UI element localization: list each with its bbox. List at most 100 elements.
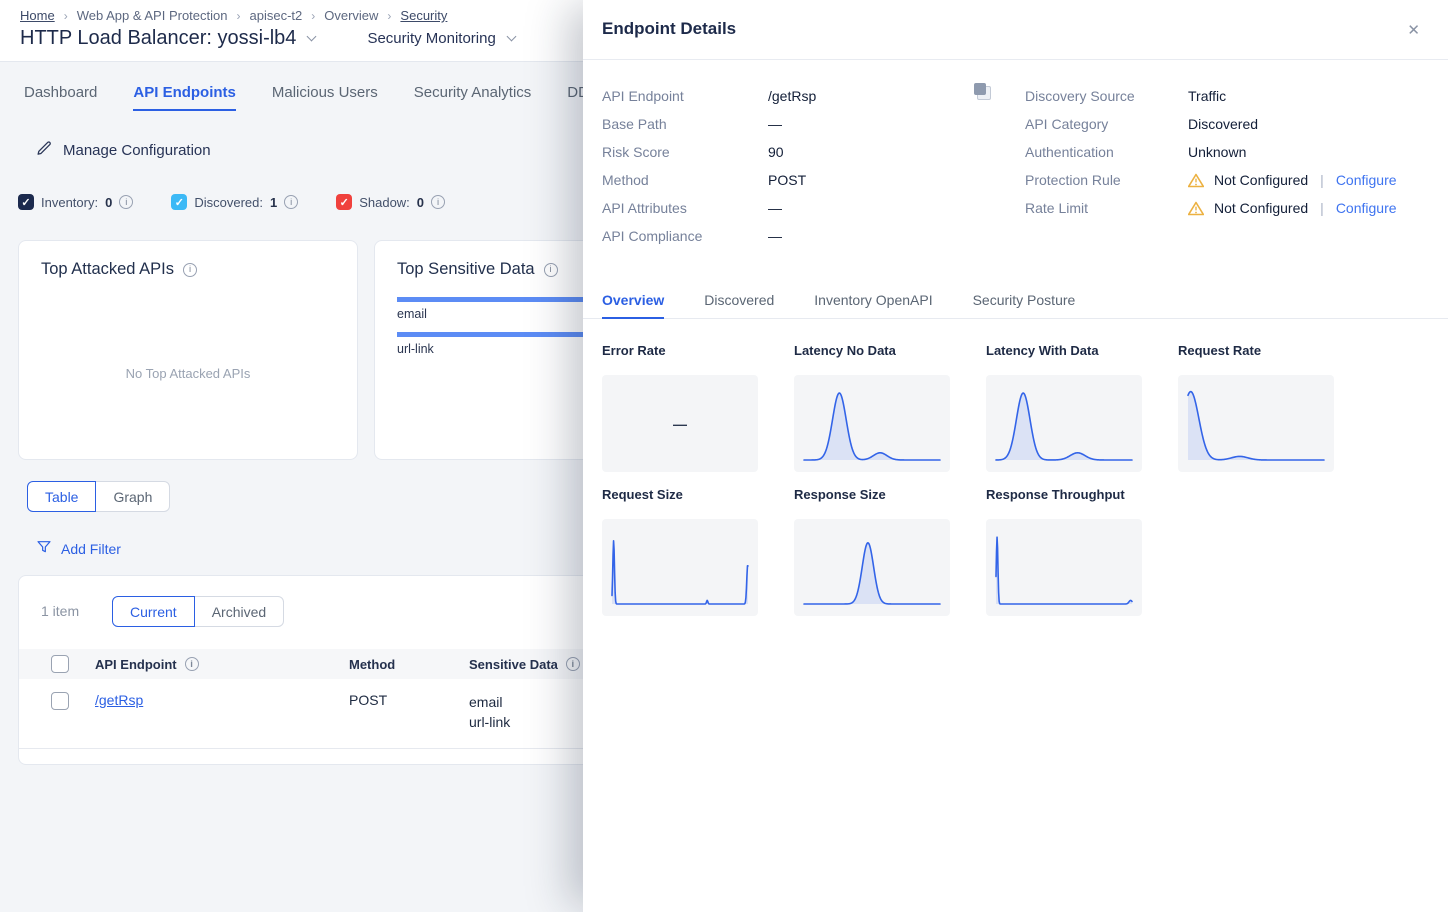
- info-icon[interactable]: [185, 657, 199, 671]
- panel-tab-security-posture[interactable]: Security Posture: [973, 292, 1076, 319]
- warning-icon: [1188, 201, 1204, 216]
- field-row-authentication: AuthenticationUnknown: [1025, 138, 1397, 166]
- field-value-text: Discovered: [1188, 116, 1258, 132]
- add-filter-button[interactable]: Add Filter: [36, 539, 121, 558]
- breadcrumb-item-web-app-api-protection: Web App & API Protection: [77, 8, 228, 23]
- manage-configuration-button[interactable]: Manage Configuration: [36, 140, 211, 161]
- chart-title: Response Throughput: [986, 488, 1142, 501]
- title-row: HTTP Load Balancer: yossi-lb4 Security M…: [20, 27, 515, 50]
- top-sensitive-data-title: Top Sensitive Data: [397, 260, 535, 279]
- chart-plot: —: [602, 375, 758, 472]
- field-row-discovery-source: Discovery SourceTraffic: [1025, 82, 1397, 110]
- chart-plot: [1178, 375, 1334, 472]
- breadcrumb-separator: ›: [236, 9, 240, 23]
- field-value-text: —: [768, 228, 782, 244]
- info-icon[interactable]: [566, 657, 580, 671]
- error-rate-chart: Error Rate —: [602, 344, 758, 472]
- field-row-rate-limit: Rate LimitNot Configured|Configure: [1025, 194, 1397, 222]
- current-button[interactable]: Current: [112, 596, 195, 627]
- discovered-checkbox[interactable]: ✓: [171, 194, 187, 210]
- legend-label: Inventory:: [41, 195, 98, 210]
- manage-configuration-label: Manage Configuration: [63, 142, 211, 159]
- chart-plot: [794, 519, 950, 616]
- pencil-icon: [36, 140, 53, 161]
- panel-tab-discovered[interactable]: Discovered: [704, 292, 774, 319]
- field-value-text: —: [768, 116, 782, 132]
- select-all-checkbox[interactable]: [51, 655, 69, 673]
- row-checkbox[interactable]: [51, 692, 69, 710]
- legend-item-discovered: ✓Discovered:1: [171, 194, 298, 210]
- current-archived-toggle: Current Archived: [112, 596, 284, 627]
- field-value-text: Unknown: [1188, 144, 1246, 160]
- chart-plot: [986, 519, 1142, 616]
- panel-tab-inventory-openapi[interactable]: Inventory OpenAPI: [814, 292, 932, 319]
- field-value-text: —: [768, 200, 782, 216]
- field-value: —: [768, 116, 782, 132]
- method-cell: POST: [349, 692, 469, 732]
- details-left-column: API Endpoint/getRspBase Path—Risk Score9…: [602, 82, 816, 250]
- field-value: —: [768, 228, 782, 244]
- info-icon[interactable]: [183, 263, 197, 277]
- field-label: API Compliance: [602, 228, 768, 244]
- panel-title: Endpoint Details: [602, 19, 736, 39]
- breadcrumb: Home›Web App & API Protection›apisec-t2›…: [20, 8, 447, 23]
- column-api-endpoint: API Endpoint: [95, 657, 177, 672]
- request-size-chart: Request Size: [602, 488, 758, 616]
- configure-link[interactable]: Configure: [1336, 172, 1397, 188]
- copy-icon[interactable]: [974, 83, 991, 100]
- chart-title: Error Rate: [602, 344, 758, 357]
- breadcrumb-item-home[interactable]: Home: [20, 8, 55, 23]
- field-value-text: Not Configured: [1214, 172, 1308, 188]
- inventory-checkbox[interactable]: ✓: [18, 194, 34, 210]
- field-value: Not Configured|Configure: [1188, 172, 1397, 188]
- chart-title: Response Size: [794, 488, 950, 501]
- field-label: API Category: [1025, 116, 1188, 132]
- field-label: Risk Score: [602, 144, 768, 160]
- tab-malicious-users[interactable]: Malicious Users: [272, 84, 378, 111]
- chevron-down-icon[interactable]: [307, 32, 317, 42]
- info-icon[interactable]: [431, 195, 445, 209]
- close-icon[interactable]: ✕: [1407, 21, 1420, 39]
- info-icon[interactable]: [119, 195, 133, 209]
- panel-tab-overview[interactable]: Overview: [602, 292, 664, 319]
- tab-security-analytics[interactable]: Security Analytics: [414, 84, 532, 111]
- item-count: 1 item: [41, 596, 79, 627]
- column-method: Method: [349, 657, 395, 672]
- security-monitoring-dropdown[interactable]: Security Monitoring: [367, 30, 514, 47]
- tab-dashboard[interactable]: Dashboard: [24, 84, 97, 111]
- graph-view-button[interactable]: Graph: [95, 481, 170, 512]
- breadcrumb-item-security[interactable]: Security: [400, 8, 447, 23]
- field-row-api-compliance: API Compliance—: [602, 222, 816, 250]
- top-attacked-apis-card: Top Attacked APIs No Top Attacked APIs: [18, 240, 358, 460]
- table-view-button[interactable]: Table: [27, 481, 96, 512]
- latency-with-data-chart: Latency With Data: [986, 344, 1142, 472]
- legend-label: Shadow:: [359, 195, 410, 210]
- info-icon[interactable]: [544, 263, 558, 277]
- field-label: Authentication: [1025, 144, 1188, 160]
- field-row-api-endpoint: API Endpoint/getRsp: [602, 82, 816, 110]
- field-label: API Attributes: [602, 200, 768, 216]
- field-value-text: Not Configured: [1214, 200, 1308, 216]
- field-label: Discovery Source: [1025, 88, 1188, 104]
- info-icon[interactable]: [284, 195, 298, 209]
- breadcrumb-item-overview: Overview: [324, 8, 378, 23]
- endpoint-cell: /getRsp: [95, 692, 349, 732]
- field-row-risk-score: Risk Score90: [602, 138, 816, 166]
- chart-title: Latency No Data: [794, 344, 950, 357]
- breadcrumb-separator: ›: [387, 9, 391, 23]
- field-row-api-attributes: API Attributes—: [602, 194, 816, 222]
- legend-item-shadow: ✓ Shadow: 0: [336, 194, 445, 210]
- funnel-icon: [36, 539, 52, 558]
- configure-link[interactable]: Configure: [1336, 200, 1397, 216]
- shadow-checkbox[interactable]: ✓: [336, 194, 352, 210]
- details-right-column: Discovery SourceTrafficAPI CategoryDisco…: [1025, 82, 1397, 222]
- archived-button[interactable]: Archived: [194, 596, 284, 627]
- view-toggle: Table Graph: [27, 481, 170, 512]
- tab-api-endpoints[interactable]: API Endpoints: [133, 84, 236, 111]
- page-title: HTTP Load Balancer: yossi-lb4: [20, 27, 296, 50]
- main-tab-bar: Dashboard API Endpoints Malicious Users Sec…: [24, 84, 607, 111]
- legend-count: 0: [417, 195, 424, 210]
- field-label: Rate Limit: [1025, 200, 1188, 216]
- endpoint-link[interactable]: /getRsp: [95, 692, 143, 708]
- chart-plot: [602, 519, 758, 616]
